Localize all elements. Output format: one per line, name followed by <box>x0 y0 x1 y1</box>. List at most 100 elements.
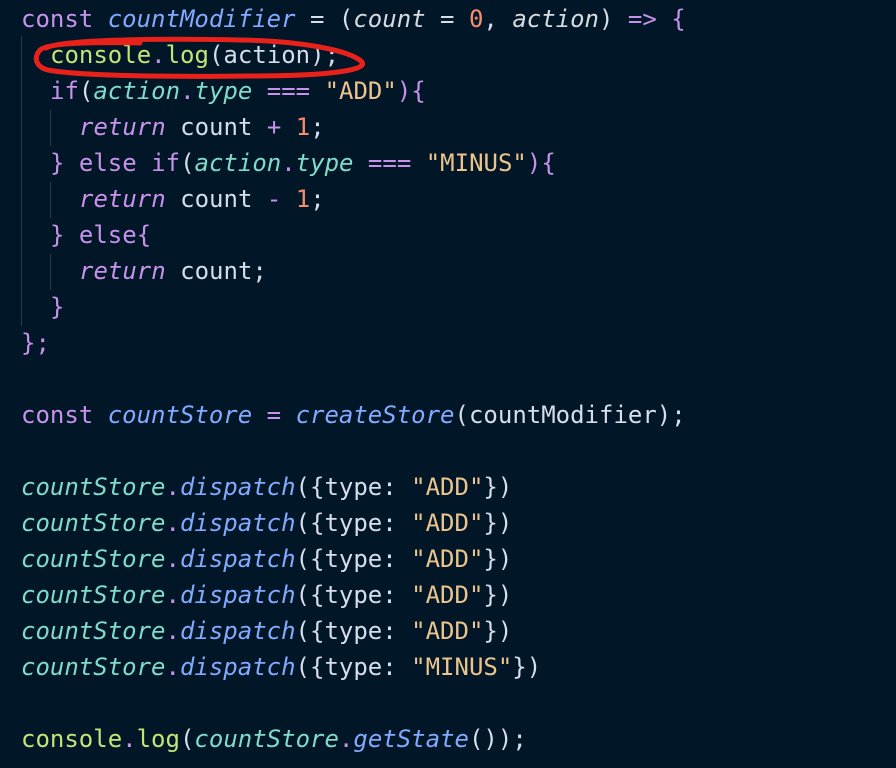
keyword: return <box>79 113 166 141</box>
dot: . <box>165 509 180 537</box>
dot: . <box>165 473 180 501</box>
code-editor[interactable]: const countModifier = (count = 0, action… <box>0 0 896 768</box>
punctuation: = ( <box>295 5 354 33</box>
method: dispatch <box>179 509 296 537</box>
number: 1 <box>281 185 311 213</box>
string: "ADD" <box>411 473 484 501</box>
brace: { <box>136 221 152 249</box>
code-line: } else{ <box>50 217 151 253</box>
dot: . <box>165 545 180 573</box>
punctuation: ({type: <box>295 509 412 537</box>
identifier: count <box>165 185 267 213</box>
object: countStore <box>21 509 166 537</box>
code-line-dispatch: countStore.dispatch({type: "ADD"}) <box>21 613 512 649</box>
string: "MINUS" <box>425 149 527 177</box>
brace: } <box>50 221 79 249</box>
object: countStore <box>194 725 339 753</box>
punctuation: ( <box>78 77 94 105</box>
code-line: } else if(action.type === "MINUS"){ <box>50 145 556 181</box>
object: countStore <box>21 617 166 645</box>
keyword: else <box>78 149 152 177</box>
punctuation: ) <box>599 5 628 33</box>
dot: . <box>338 725 354 753</box>
code-line: const countModifier = (count = 0, action… <box>21 1 686 37</box>
object: action <box>194 149 282 177</box>
dot: . <box>165 617 180 645</box>
operator: => <box>627 5 657 33</box>
code-line-dispatch: countStore.dispatch({type: "MINUS"}) <box>21 649 541 685</box>
operator: === <box>252 77 325 105</box>
keyword: return <box>79 185 166 213</box>
object: console <box>50 41 152 69</box>
code-line: if(action.type === "ADD"){ <box>50 73 426 109</box>
keyword: const <box>21 5 94 33</box>
dot: . <box>122 725 137 753</box>
string: "MINUS" <box>411 653 513 681</box>
dot: . <box>165 653 180 681</box>
dot: . <box>151 41 166 69</box>
punctuation: }) <box>483 617 513 645</box>
keyword: return <box>79 257 166 285</box>
brace: { <box>656 5 686 33</box>
keyword: const <box>21 401 94 429</box>
code-line: return count; <box>79 253 267 289</box>
string: "ADD" <box>411 509 484 537</box>
parameter: count <box>353 5 426 33</box>
punctuation: ( <box>179 725 195 753</box>
object: countStore <box>21 545 166 573</box>
punctuation: }) <box>512 653 542 681</box>
object: console <box>21 725 123 753</box>
number: 0 <box>468 5 484 33</box>
brace: ){ <box>396 77 426 105</box>
method: dispatch <box>179 653 296 681</box>
property: type <box>194 77 253 105</box>
punctuation: }) <box>483 545 513 573</box>
indent-guide <box>50 182 51 218</box>
keyword: if <box>50 77 79 105</box>
indent-guide <box>21 36 22 326</box>
method: dispatch <box>179 545 296 573</box>
punctuation: (action); <box>208 41 340 69</box>
punctuation: ({type: <box>295 473 412 501</box>
punctuation: ()); <box>468 725 527 753</box>
identifier: count <box>165 113 267 141</box>
method: dispatch <box>179 581 296 609</box>
string: "ADD" <box>411 581 484 609</box>
dot: . <box>165 581 180 609</box>
method: dispatch <box>179 617 296 645</box>
punctuation: ({type: <box>295 545 412 573</box>
operator: === <box>353 149 426 177</box>
code-line-dispatch: countStore.dispatch({type: "ADD"}) <box>21 469 512 505</box>
brace: } <box>50 149 79 177</box>
property: type <box>295 149 354 177</box>
indent-guide <box>50 110 51 146</box>
code-line-annotated: console.log(action); <box>50 37 339 73</box>
punctuation: ({type: <box>295 581 412 609</box>
punctuation: ( <box>180 149 195 177</box>
punctuation: }) <box>483 509 513 537</box>
operator: = <box>252 401 296 429</box>
code-line: console.log(countStore.getState()); <box>21 721 527 757</box>
object: action <box>93 77 181 105</box>
function-call: createStore <box>295 401 455 429</box>
object: countStore <box>21 653 166 681</box>
punctuation: }) <box>483 581 513 609</box>
punctuation: ({type: <box>295 653 412 681</box>
punctuation: , <box>483 5 513 33</box>
method: getState <box>353 725 469 753</box>
punctuation: }; <box>21 329 50 357</box>
method: log <box>165 41 209 69</box>
string: "ADD" <box>411 617 484 645</box>
object: countStore <box>21 473 166 501</box>
code-line-dispatch: countStore.dispatch({type: "ADD"}) <box>21 577 512 613</box>
code-line-dispatch: countStore.dispatch({type: "ADD"}) <box>21 541 512 577</box>
number: 1 <box>281 113 311 141</box>
brace: } <box>50 293 65 321</box>
code-line: return count + 1; <box>79 109 325 145</box>
parameter: action <box>512 5 600 33</box>
operator: - <box>266 185 282 213</box>
code-line: }; <box>21 325 50 361</box>
punctuation: (countModifier); <box>454 401 686 429</box>
method: dispatch <box>179 473 296 501</box>
string: "ADD" <box>411 545 484 573</box>
